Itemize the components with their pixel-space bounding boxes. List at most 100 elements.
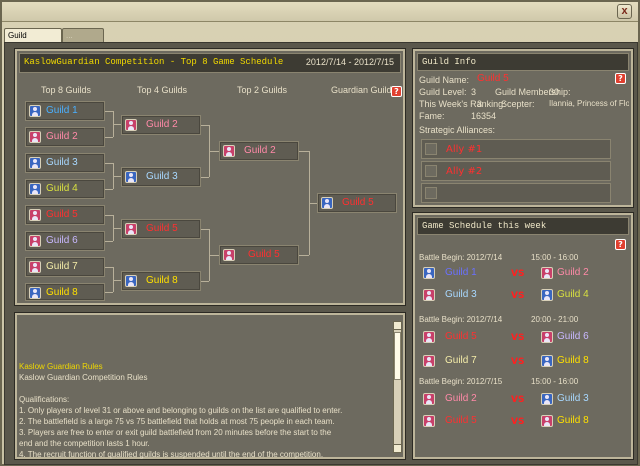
title-bar: x <box>2 2 638 22</box>
bracket-slot[interactable]: Guild 3 <box>25 153 105 173</box>
guild-icon <box>29 131 41 143</box>
bracket-slot[interactable]: Guild 4 <box>25 179 105 199</box>
guild-icon <box>29 105 41 117</box>
guild-icon <box>541 331 553 343</box>
guild-icon <box>29 209 41 221</box>
battle-begin: Battle Begin: 2012/7/14 <box>419 253 503 262</box>
vs-label: VS <box>511 357 525 367</box>
match-guild: Guild 8 <box>557 415 589 426</box>
bracket-slot[interactable]: Guild 8 <box>121 271 201 291</box>
guild-icon <box>125 171 137 183</box>
match-guild: Guild 4 <box>557 289 589 300</box>
close-button[interactable]: x <box>617 4 632 19</box>
match-guild: Guild 7 <box>445 355 477 366</box>
guild-info-panel: Guild Info ? Guild Name: Guild 5 Guild L… <box>412 48 634 208</box>
col-guardian: Guardian Guild <box>331 85 392 95</box>
guild-icon <box>541 267 553 279</box>
rules-heading: Kaslow Guardian Rules <box>19 362 103 371</box>
rules-line: 1. Only players of level 31 or above and… <box>19 406 343 415</box>
match-guild: Guild 2 <box>557 267 589 278</box>
guild-icon <box>321 197 333 209</box>
guild-level-label: Guild Level: <box>419 87 467 97</box>
rules-line: 3. Players are free to enter or exit gui… <box>19 428 332 437</box>
bracket-slot[interactable]: Guild 8 <box>25 283 105 301</box>
alliances-label: Strategic Alliances: <box>419 125 496 135</box>
fame-label: Fame: <box>419 111 445 121</box>
guild-icon <box>29 183 41 195</box>
guild-info-title: Guild Info <box>417 53 629 71</box>
bracket-date-range: 2012/7/14 - 2012/7/15 <box>305 57 394 67</box>
match-guild: Guild 8 <box>557 355 589 366</box>
guild-icon <box>125 275 137 287</box>
rules-subheading: Kaslow Guardian Competition Rules <box>19 373 148 382</box>
bracket-title: KaslowGuardian Competition - Top 8 Game … <box>24 57 284 67</box>
match-guild: Guild 5 <box>445 415 477 426</box>
bracket-slot[interactable]: Guild 6 <box>25 231 105 251</box>
match-guild: Guild 6 <box>557 331 589 342</box>
rules-line: end and the competition lasts 1 hour. <box>19 439 150 448</box>
week-ranking-label: This Week's Ranking: <box>419 99 506 109</box>
ally-slot[interactable]: Ally #2 <box>421 161 611 181</box>
battle-time: 15:00 - 16:00 <box>531 253 579 262</box>
help-icon[interactable]: ? <box>615 73 626 84</box>
bracket-slot[interactable]: Guild 3 <box>121 167 201 187</box>
bracket-slot[interactable]: Guild 2 <box>25 127 105 147</box>
guild-icon <box>223 249 235 261</box>
guild-icon <box>541 289 553 301</box>
bracket-winner-slot[interactable]: Guild 5 <box>317 193 397 213</box>
guild-name-label: Guild Name: <box>419 75 470 85</box>
guild-icon <box>541 355 553 367</box>
help-icon[interactable]: ? <box>391 86 402 97</box>
bracket-slot[interactable]: Guild 1 <box>25 101 105 121</box>
vs-label: VS <box>511 291 525 301</box>
col-top2: Top 2 Guilds <box>237 85 288 95</box>
tab-guild-battlefield[interactable]: Guild Battlefield <box>4 28 62 54</box>
guild-icon <box>29 287 41 299</box>
bracket-slot[interactable]: Guild 2 <box>219 141 299 161</box>
bracket-slot[interactable]: Guild 5 <box>25 205 105 225</box>
match-guild: Guild 5 <box>445 331 477 342</box>
battle-begin: Battle Begin: 2012/7/14 <box>419 315 503 324</box>
col-top4: Top 4 Guilds <box>137 85 188 95</box>
guild-level-value: 3 <box>471 87 477 97</box>
match-guild: Guild 3 <box>445 289 477 300</box>
battle-time: 20:00 - 21:00 <box>531 315 579 324</box>
scepter-value: Ilannia, Princess of Flo <box>549 99 629 108</box>
vs-label: VS <box>511 395 525 405</box>
tab-second[interactable]: ... <box>62 28 104 43</box>
guild-icon <box>541 393 553 405</box>
bracket-slot[interactable]: Guild 5 <box>219 245 299 265</box>
rules-line: 2. The battlefield is a large 75 vs 75 b… <box>19 417 335 426</box>
guild-icon <box>423 289 435 301</box>
game-window: x Guild Battlefield ... KaslowGuardian C… <box>0 0 640 466</box>
vs-label: VS <box>511 417 525 427</box>
guild-icon <box>223 145 235 157</box>
match-guild: Guild 3 <box>557 393 589 404</box>
guild-icon <box>423 331 435 343</box>
ally-slot[interactable] <box>421 183 611 203</box>
guild-name-value: Guild 5 <box>477 73 509 84</box>
bracket-header: KaslowGuardian Competition - Top 8 Game … <box>19 53 401 73</box>
battle-begin: Battle Begin: 2012/7/15 <box>419 377 503 386</box>
guild-icon <box>125 119 137 131</box>
bracket-panel: KaslowGuardian Competition - Top 8 Game … <box>14 48 406 306</box>
guild-icon <box>541 415 553 427</box>
bracket-slot[interactable]: Guild 5 <box>121 219 201 239</box>
guild-membership-value: 30 <box>549 87 560 97</box>
rules-scrollbar[interactable] <box>393 321 402 453</box>
content-area: KaslowGuardian Competition - Top 8 Game … <box>4 42 638 465</box>
ally-slot[interactable]: Ally #1 <box>421 139 611 159</box>
guild-membership-label: Guild Membership: <box>495 87 571 97</box>
week-ranking-value: 3 <box>477 99 483 109</box>
guild-icon <box>423 415 435 427</box>
guild-icon <box>29 235 41 247</box>
scepter-label: Scepter: <box>501 99 535 109</box>
week-schedule-title: Game Schedule this week <box>417 217 629 235</box>
rules-qual-title: Qualifications: <box>19 395 70 404</box>
vs-label: VS <box>511 269 525 279</box>
bracket-slot[interactable]: Guild 2 <box>121 115 201 135</box>
bracket-slot[interactable]: Guild 7 <box>25 257 105 277</box>
battle-time: 15:00 - 16:00 <box>531 377 579 386</box>
guild-icon <box>29 261 41 273</box>
help-icon[interactable]: ? <box>615 239 626 250</box>
